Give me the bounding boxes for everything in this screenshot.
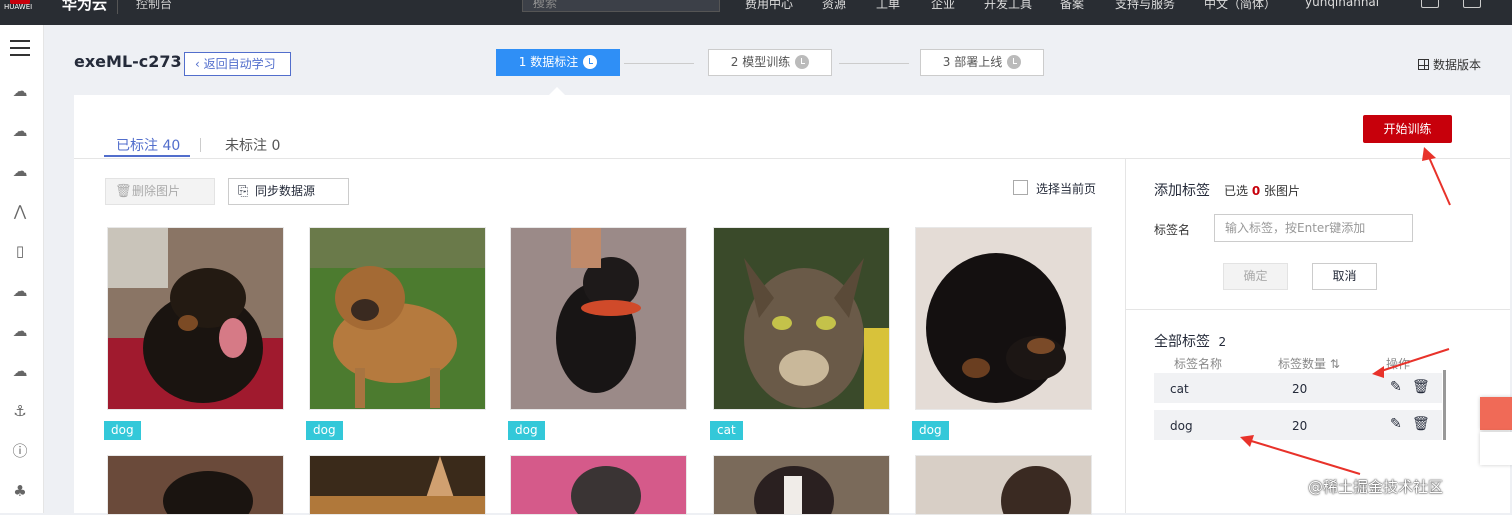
arrow-to-train (1427, 154, 1451, 206)
arrowhead (1422, 147, 1436, 161)
arrow-to-cat-row (1377, 348, 1450, 373)
arrow-to-dog-row (1247, 439, 1361, 475)
feedback-chat-icon[interactable] (1480, 397, 1512, 430)
watermark: @稀土掘金技术社区 (1308, 478, 1444, 496)
annotation-arrows (1240, 147, 1451, 475)
arrowhead (1240, 435, 1254, 447)
smiley-icon[interactable] (1480, 432, 1512, 465)
arrowhead (1372, 366, 1384, 378)
